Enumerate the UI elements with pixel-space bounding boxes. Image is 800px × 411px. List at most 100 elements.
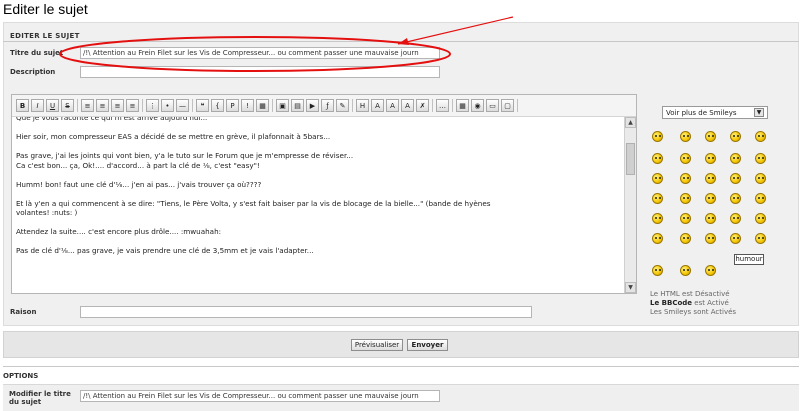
message-paragraph: Hier soir, mon compresseur EAS a décidé … bbox=[16, 132, 331, 141]
smiley-icon[interactable] bbox=[680, 131, 691, 142]
message-paragraph: Pas de clé d'⅛... pas grave, je vais pre… bbox=[16, 246, 314, 255]
smiley-icon[interactable] bbox=[730, 213, 741, 224]
align-right-button[interactable]: ≡ bbox=[111, 99, 124, 112]
message-paragraph: Humm! bon! faut une clé d'⅛... j'en ai p… bbox=[16, 179, 262, 189]
send-button[interactable]: Envoyer bbox=[407, 339, 448, 351]
smiley-icon[interactable] bbox=[705, 213, 716, 224]
smiley-icon[interactable] bbox=[730, 131, 741, 142]
smiley-icon[interactable] bbox=[730, 173, 741, 184]
date-button[interactable]: ▦ bbox=[456, 99, 469, 112]
smiley-icon[interactable] bbox=[755, 173, 766, 184]
more-button[interactable]: … bbox=[436, 99, 449, 112]
message-textarea[interactable]: Que je vous raconte ce qui m'est arrivé … bbox=[12, 117, 623, 293]
smiley-icon[interactable] bbox=[680, 173, 691, 184]
smiley-icon[interactable] bbox=[730, 153, 741, 164]
toolbar-separator bbox=[352, 99, 353, 112]
toolbar-separator bbox=[452, 99, 453, 112]
scroll-thumb[interactable] bbox=[626, 143, 635, 175]
preview-button[interactable]: Prévisualiser bbox=[351, 339, 403, 351]
ordered-list-button[interactable]: ⋮ bbox=[146, 99, 159, 112]
toolbar-separator bbox=[142, 99, 143, 112]
scroll-up-icon[interactable]: ▲ bbox=[625, 117, 636, 128]
toolbar-separator bbox=[77, 99, 78, 112]
color-button[interactable]: A bbox=[386, 99, 399, 112]
editor-toolbar: B I U S ≡ ≡ ≡ ≡ ⋮ • — ❝{P! ▦ ▣ ▤ ▶ ƒ ✎ H A A A ✗… ▦ ◉ ▭ ▢ bbox=[12, 95, 636, 117]
smiley-icon[interactable] bbox=[755, 193, 766, 204]
toolbar-separator bbox=[192, 99, 193, 112]
smiley-icon[interactable] bbox=[705, 153, 716, 164]
message-paragraph: Et là y'en a qui commencent à se dire: "… bbox=[16, 198, 491, 218]
size-button[interactable]: A bbox=[401, 99, 414, 112]
flash-button[interactable]: ƒ bbox=[321, 99, 334, 112]
smiley-icon[interactable] bbox=[680, 153, 691, 164]
smiley-icon[interactable] bbox=[705, 233, 716, 244]
editor-scrollbar[interactable]: ▲ ▼ bbox=[624, 117, 636, 293]
smiley-icon[interactable] bbox=[755, 213, 766, 224]
smileys-dropdown[interactable]: Voir plus de Smileys ▼ bbox=[662, 106, 768, 119]
source-button[interactable]: ▭ bbox=[486, 99, 499, 112]
message-editor[interactable]: B I U S ≡ ≡ ≡ ≡ ⋮ • — ❝{P! ▦ ▣ ▤ ▶ ƒ ✎ H A A A ✗… ▦ ◉ ▭ ▢ Que je v… bbox=[11, 94, 637, 294]
toolbar-separator bbox=[272, 99, 273, 112]
description-input[interactable] bbox=[80, 66, 440, 78]
smiley-icon[interactable] bbox=[705, 265, 716, 276]
underline-button[interactable]: U bbox=[46, 99, 59, 112]
smileys-dropdown-label: Voir plus de Smileys bbox=[666, 108, 737, 117]
smiley-icon[interactable] bbox=[705, 131, 716, 142]
media-button[interactable]: ▤ bbox=[291, 99, 304, 112]
heading-button[interactable]: H bbox=[356, 99, 369, 112]
smiley-icon[interactable] bbox=[680, 233, 691, 244]
strike-button[interactable]: S bbox=[61, 99, 74, 112]
font-button[interactable]: A bbox=[371, 99, 384, 112]
chevron-down-icon[interactable]: ▼ bbox=[754, 108, 764, 117]
html-status-prefix: Le HTML est bbox=[650, 290, 695, 298]
remove-format-button[interactable]: ✗ bbox=[416, 99, 429, 112]
modify-title-label: Modifier le titre du sujet bbox=[9, 390, 71, 406]
justify-button[interactable]: ≡ bbox=[126, 99, 139, 112]
smiley-icon[interactable] bbox=[730, 193, 741, 204]
bold-button[interactable]: B bbox=[16, 99, 29, 112]
smiley-icon[interactable] bbox=[652, 193, 663, 204]
smiley-icon[interactable] bbox=[652, 131, 663, 142]
align-center-button[interactable]: ≡ bbox=[96, 99, 109, 112]
smiley-icon[interactable] bbox=[652, 153, 663, 164]
message-paragraph: Que je vous raconte ce qui m'est arrivé … bbox=[16, 117, 208, 122]
smiley-icon[interactable] bbox=[755, 153, 766, 164]
modify-title-input[interactable]: /!\ Attention au Frein Filet sur les Vis… bbox=[80, 390, 440, 402]
table-button[interactable]: ▦ bbox=[256, 99, 269, 112]
image-button[interactable]: ▣ bbox=[276, 99, 289, 112]
smileys-status: Les Smileys sont Activés bbox=[650, 308, 737, 316]
bullet-list-button[interactable]: • bbox=[161, 99, 174, 112]
smiley-icon[interactable] bbox=[652, 173, 663, 184]
html-status: Le HTML est Désactivé bbox=[650, 290, 730, 298]
quote-button[interactable]: ❝ bbox=[196, 99, 209, 112]
subject-input[interactable]: /!\ Attention au Frein Filet sur les Vis… bbox=[80, 47, 440, 59]
paste-button[interactable]: ▢ bbox=[501, 99, 514, 112]
message-paragraph: Attendez la suite.... c'est encore plus … bbox=[16, 227, 222, 236]
smiley-icon[interactable] bbox=[755, 233, 766, 244]
php-button[interactable]: P bbox=[226, 99, 239, 112]
bbcode-status-state: est Activé bbox=[692, 299, 729, 307]
horizontal-rule-button[interactable]: — bbox=[176, 99, 189, 112]
youtube-button[interactable]: ▶ bbox=[306, 99, 319, 112]
draw-button[interactable]: ✎ bbox=[336, 99, 349, 112]
preview-button[interactable]: ◉ bbox=[471, 99, 484, 112]
smiley-icon[interactable] bbox=[652, 233, 663, 244]
smiley-icon[interactable] bbox=[680, 265, 691, 276]
humour-smiley-sign[interactable]: humour bbox=[734, 254, 764, 265]
smiley-icon[interactable] bbox=[705, 193, 716, 204]
scroll-down-icon[interactable]: ▼ bbox=[625, 282, 636, 293]
smiley-icon[interactable] bbox=[680, 193, 691, 204]
smiley-icon[interactable] bbox=[730, 233, 741, 244]
smiley-icon[interactable] bbox=[680, 213, 691, 224]
code-button[interactable]: { bbox=[211, 99, 224, 112]
modify-title-label-line2: du sujet bbox=[9, 398, 42, 406]
smiley-icon[interactable] bbox=[755, 131, 766, 142]
smiley-icon[interactable] bbox=[652, 213, 663, 224]
smiley-icon[interactable] bbox=[705, 173, 716, 184]
align-left-button[interactable]: ≡ bbox=[81, 99, 94, 112]
reason-input[interactable] bbox=[80, 306, 532, 318]
smiley-icon[interactable] bbox=[652, 265, 663, 276]
bbcode-link[interactable]: Le BBCode bbox=[650, 299, 692, 307]
italic-button[interactable]: I bbox=[31, 99, 44, 112]
spoiler-button[interactable]: ! bbox=[241, 99, 254, 112]
